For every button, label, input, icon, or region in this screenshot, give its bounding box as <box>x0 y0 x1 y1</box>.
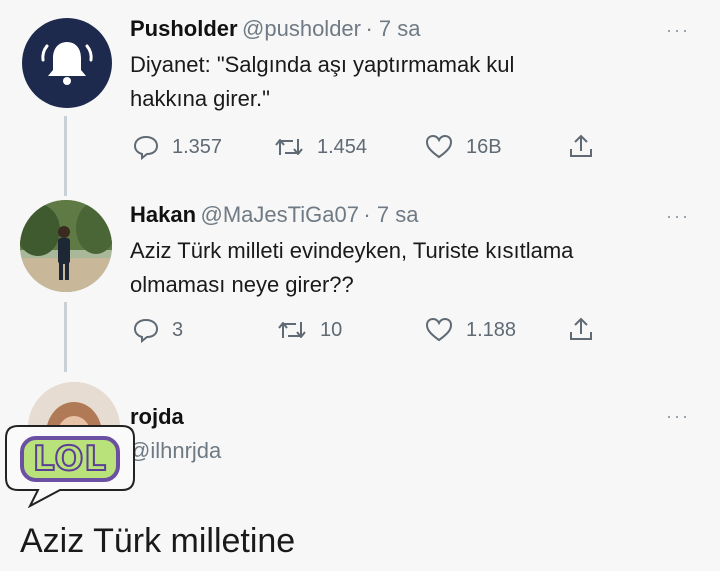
tweet-1-header: Pusholder @pusholder · 7 sa <box>130 16 420 42</box>
tweet-2-name[interactable]: Hakan <box>130 202 196 227</box>
tweet-1-name[interactable]: Pusholder <box>130 16 238 41</box>
tweet-1-handle[interactable]: @pusholder <box>242 16 361 41</box>
reply-count: 1.357 <box>172 135 223 158</box>
retweet-count: 1.454 <box>317 135 368 158</box>
lol-sticker: LOL <box>0 418 140 508</box>
reply-button[interactable]: 3 <box>132 316 183 344</box>
like-icon <box>424 133 454 161</box>
tweet-1-text: Diyanet: "Salgında aşı yaptırmamak kul h… <box>130 48 690 116</box>
share-button[interactable] <box>566 131 596 161</box>
tweet-1-time[interactable]: · 7 sa <box>365 16 420 41</box>
tweet-1-text-line1: Diyanet: "Salgında aşı yaptırmamak kul <box>130 52 515 77</box>
retweet-count: 10 <box>320 318 343 341</box>
reply-icon <box>132 133 160 161</box>
like-icon <box>424 316 454 344</box>
more-icon[interactable]: ··· <box>666 406 690 427</box>
tweet-2-header: Hakan @MaJesTiGa07 · 7 sa <box>130 202 418 228</box>
retweet-icon <box>273 133 305 161</box>
share-button[interactable] <box>566 314 596 344</box>
reply-count: 3 <box>172 318 184 341</box>
like-count: 16B <box>466 135 502 158</box>
hakan-avatar-photo <box>20 200 112 292</box>
retweet-button[interactable]: 10 <box>276 316 342 344</box>
hakan-avatar[interactable] <box>20 200 112 292</box>
pusholder-avatar[interactable] <box>22 18 112 108</box>
thread-line-2 <box>64 302 67 372</box>
retweet-button[interactable]: 1.454 <box>273 133 367 161</box>
share-icon <box>566 314 596 344</box>
lol-sticker-text: LOL <box>32 438 108 480</box>
tweet-2-time[interactable]: · 7 sa <box>363 202 418 227</box>
bell-icon <box>22 18 112 108</box>
tweet-3-text: Aziz Türk milletine <box>20 522 296 560</box>
retweet-icon <box>276 316 308 344</box>
like-count: 1.188 <box>466 318 517 341</box>
reply-icon <box>132 316 160 344</box>
thread-line-1 <box>64 116 67 196</box>
like-button[interactable]: 16B <box>424 133 502 161</box>
more-icon[interactable]: ··· <box>666 20 690 41</box>
like-button[interactable]: 1.188 <box>424 316 516 344</box>
tweet-2-text-line2: olmaması neye girer?? <box>130 272 354 297</box>
tweet-3-handle[interactable]: @ilhnrjda <box>128 438 221 464</box>
tweet-1-text-line2: hakkına girer." <box>130 86 270 111</box>
tweet-2-text: Aziz Türk milleti evindeyken, Turiste kı… <box>130 234 710 302</box>
reply-button[interactable]: 1.357 <box>132 133 222 161</box>
tweet-2-handle[interactable]: @MaJesTiGa07 <box>201 202 359 227</box>
more-icon[interactable]: ··· <box>666 206 690 227</box>
tweet-2-text-line1: Aziz Türk milleti evindeyken, Turiste kı… <box>130 238 574 263</box>
share-icon <box>566 131 596 161</box>
